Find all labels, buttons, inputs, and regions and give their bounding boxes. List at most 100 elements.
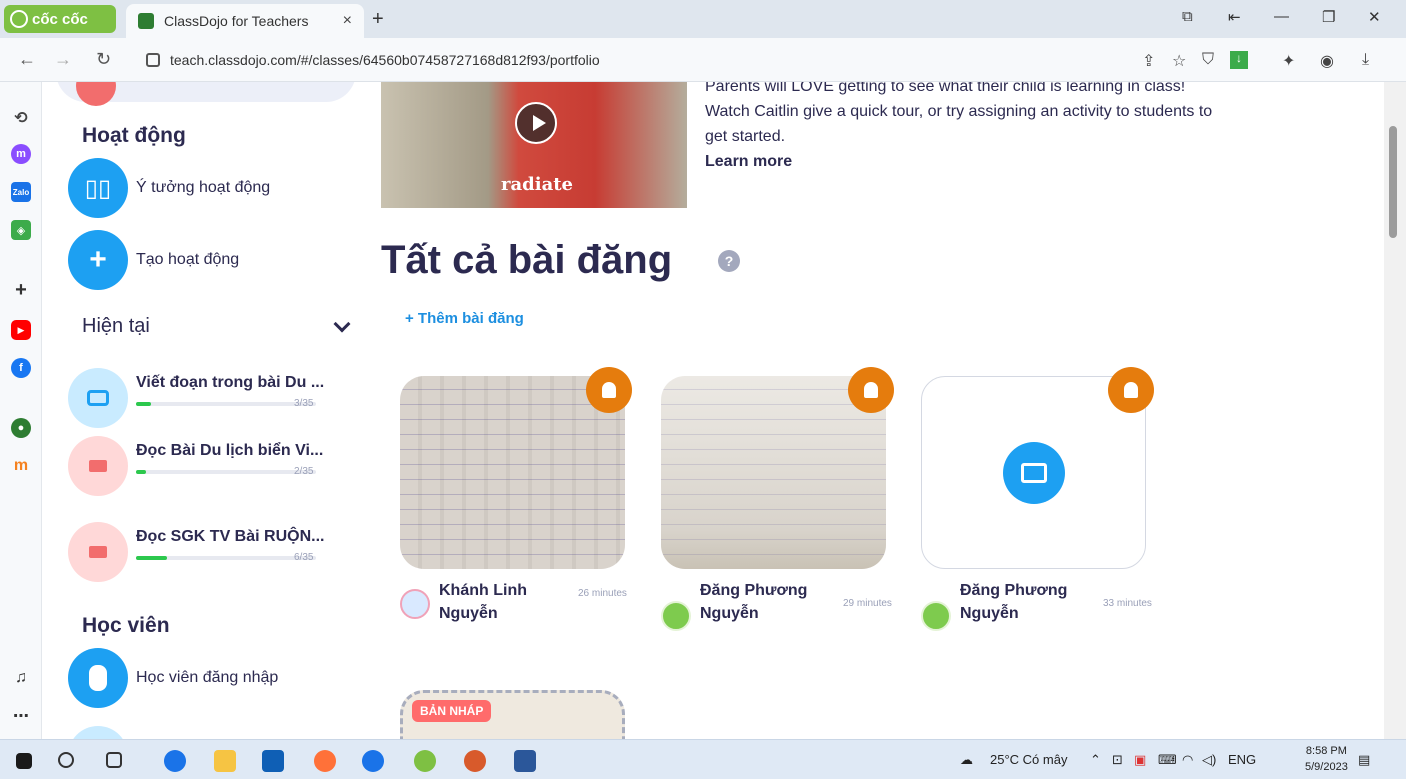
weather-text[interactable]: 25°C Có mây [990,752,1067,767]
facebook-icon[interactable]: f [11,358,31,378]
edge-icon[interactable] [164,750,186,772]
add-post-button[interactable]: + Thêm bài đăng [405,310,524,327]
author-name[interactable]: Đăng Phương Nguyễn [960,579,1080,625]
post-card-video[interactable] [921,376,1146,569]
activity-item[interactable]: Viết đoạn trong bài Du ... 3/35 [68,368,368,428]
youtube-icon[interactable]: ▶ [11,320,31,340]
reload-icon[interactable]: ↻ [96,49,111,70]
intro-text: Parents will LOVE getting to see what th… [705,82,1213,145]
activity-count: 6/35 [294,552,314,563]
browser-tab[interactable]: ClassDojo for Teachers × [126,4,364,38]
app-globe-icon[interactable]: ● [11,418,31,438]
forward-icon[interactable]: → [54,49,72,70]
play-icon[interactable] [515,102,557,144]
activity-item[interactable]: Đọc SGK TV Bài RUỘN... 6/35 [68,522,368,582]
browser-tab-bar: cốc cốc ClassDojo for Teachers × + ⧉ ⇤ —… [0,0,1406,38]
notification-center-icon[interactable]: ▤ [1358,752,1370,768]
tab-title: ClassDojo for Teachers [164,13,309,29]
windows-taskbar: ☁ 25°C Có mây ⌃ ⊡ ▣ ⌨ ◠ ◁) ENG 8:58 PM 5… [0,739,1406,779]
tour-video[interactable]: radiate [381,82,687,208]
wifi-icon[interactable]: ◠ [1182,752,1193,768]
progress-fill [136,402,152,406]
activity-item[interactable]: Đọc Bài Du lịch biển Vi... 2/35 [68,436,368,496]
sidebar-toggle-icon[interactable]: ⇤ [1228,8,1241,26]
activity-count: 2/35 [294,466,314,477]
app-icon[interactable] [464,750,486,772]
post-time: 29 minutes [843,598,892,609]
file-explorer-icon[interactable] [214,750,236,772]
url-field[interactable]: teach.classdojo.com/#/classes/64560b0745… [138,44,1098,76]
help-icon[interactable]: ? [718,250,740,272]
window-close-icon[interactable]: ✕ [1368,8,1381,26]
create-activity-label: Tạo hoạt động [136,251,240,268]
post-card-image[interactable] [661,376,886,569]
zalo-taskbar-icon[interactable] [362,750,384,772]
class-card[interactable] [56,82,356,106]
clock-date: 5/9/2023 [1305,761,1348,773]
meet-icon[interactable]: ⊡ [1112,752,1123,768]
download-icon[interactable]: ↓ [1230,51,1248,69]
post-time: 33 minutes [1103,598,1152,609]
scrollbar-thumb[interactable] [1389,126,1397,238]
tab-close-icon[interactable]: × [343,12,352,30]
downloads-tray-icon[interactable]: ⤓ [1362,51,1369,69]
mail-icon[interactable] [262,750,284,772]
author-name[interactable]: Đăng Phương Nguyễn [700,579,820,625]
student-icon [68,648,128,708]
input-icon[interactable]: ⌨ [1158,752,1177,768]
address-toolbar: ← → ↻ teach.classdojo.com/#/classes/6456… [0,38,1406,82]
draft-badge: BẢN NHÁP [412,700,492,722]
new-tab-button[interactable]: + [372,8,384,31]
portfolio-main: radiate Parents will LOVE getting to see… [372,82,1384,739]
add-app-icon[interactable]: + [11,279,31,301]
bell-icon[interactable] [1108,367,1154,413]
search-icon[interactable] [58,752,74,768]
minimize-icon[interactable]: — [1274,8,1289,25]
activities-section-title: Hoạt động [82,124,186,147]
more-icon[interactable]: ⋯ [11,706,31,726]
screenshot-icon[interactable]: ⧉ [1182,8,1193,25]
current-section-title: Hiện tại [82,315,150,337]
word-icon[interactable] [514,750,536,772]
start-icon[interactable] [16,753,32,769]
plus-icon: + [68,230,128,290]
messenger-icon[interactable]: m [11,144,31,164]
activity-ideas-link[interactable]: ▯▯ Ý tưởng hoạt động [68,158,270,218]
student-avatar[interactable] [68,726,128,739]
restore-icon[interactable]: ❐ [1322,8,1335,26]
language-indicator[interactable]: ENG [1228,752,1256,767]
page-scrollbar[interactable] [1384,82,1406,739]
activity-progress [136,470,316,474]
share-icon[interactable]: ⇪ [1142,51,1155,71]
student-avatar [921,601,951,631]
zalo-icon[interactable]: Zalo [11,182,31,202]
notification-bell-icon[interactable]: ♫ [11,668,31,688]
shield-icon[interactable]: ⛉ [1202,51,1214,69]
video-camera-icon [68,436,128,496]
volume-icon[interactable]: ◁) [1202,752,1216,768]
profile-icon[interactable]: ◉ [1320,51,1334,71]
student-login-link[interactable]: Học viên đăng nhập [68,648,278,708]
weather-icon[interactable]: ☁ [960,752,973,768]
task-view-icon[interactable] [106,752,122,768]
bookmark-star-icon[interactable]: ☆ [1172,51,1186,71]
create-activity-link[interactable]: + Tạo hoạt động [68,230,239,290]
tray-chevron-icon[interactable]: ⌃ [1090,752,1101,768]
video-shirt-text: radiate [501,174,573,195]
learn-more-link[interactable]: Learn more [705,153,792,170]
antivirus-icon[interactable]: ▣ [1134,752,1146,768]
system-clock[interactable]: 8:58 PM 5/9/2023 [1305,743,1348,775]
extensions-icon[interactable]: ✦ [1282,51,1295,71]
coccoc-taskbar-icon[interactable] [414,750,436,772]
firefox-icon[interactable] [314,750,336,772]
game-icon[interactable]: ◈ [11,220,31,240]
back-icon[interactable]: ← [18,49,36,70]
author-name[interactable]: Khánh Linh Nguyễn [439,579,559,625]
classdojo-sidebar: Hoạt động ▯▯ Ý tưởng hoạt động + Tạo hoạ… [42,82,372,739]
history-icon[interactable]: ⟲ [11,108,31,128]
shopping-icon[interactable]: m [11,456,31,476]
bell-icon[interactable] [586,367,632,413]
bell-icon[interactable] [848,367,894,413]
chevron-down-icon[interactable] [333,315,351,333]
coccoc-menu-button[interactable]: cốc cốc [4,5,116,33]
